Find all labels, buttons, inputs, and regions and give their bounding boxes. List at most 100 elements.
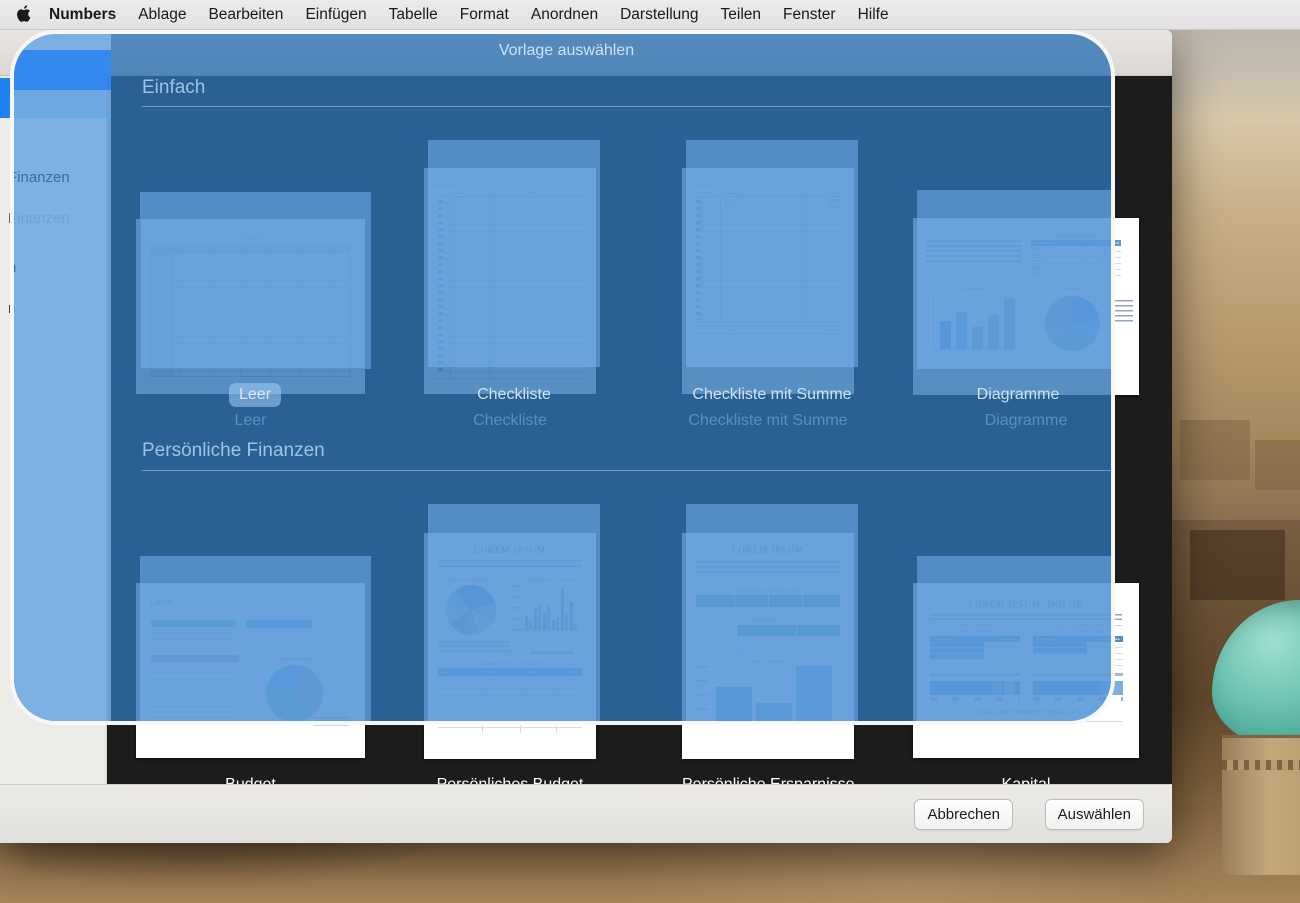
template-thumbnail-budget[interactable]: Lorem Income/Expenses [136,583,365,758]
thumb-bar-chart [524,585,580,631]
thumb-table-left-over [246,620,312,634]
thumb-liabilities-title: TOTAL LIABILITIES [1053,629,1103,634]
thumb-assets-bar [930,681,1020,695]
wallpaper-building [1180,420,1250,480]
thumb-section-calculator: SAVINGS CALCULATOR [735,588,801,593]
template-label-budget[interactable]: Budget [136,776,365,784]
thumb-title: LOREM IPSUM: DOLOR [968,599,1084,609]
thumb-column-chart-title: Column Chart [961,286,987,291]
numbers-template-chooser-window: Finanzen n Table 1 CHECKLIST Status Task [0,30,1172,843]
menu-item-format[interactable]: Format [449,0,520,30]
menu-item-bearbeiten[interactable]: Bearbeiten [197,0,294,30]
template-label-diagramme[interactable]: Diagramme [913,412,1139,430]
template-label-kapital[interactable]: Kapital [913,776,1139,784]
thumb-assets-table: Asset Category Asset Value [930,636,1020,667]
template-thumbnail-checkliste-summe[interactable]: CHECKLIST Checkbox Description Amount It… [682,168,854,394]
bar-2 [756,703,792,722]
template-label-checkliste[interactable]: Checkliste [424,412,596,430]
thumb-table: Status Task [434,190,586,380]
menu-item-darstellung[interactable]: Darstellung [609,0,709,30]
wallpaper-building [1255,440,1300,490]
template-thumbnail-persoenliche-ersparnisse[interactable]: LOREM IPSUM SAVINGS CALCULATOR RESULTS T… [682,533,854,759]
thumb-column-chart [933,294,1018,350]
menu-item-anordnen[interactable]: Anordnen [520,0,609,30]
template-thumbnail-diagramme[interactable]: Furniture Sales by Salesperson SALESPERS… [913,218,1139,395]
wallpaper-building [1190,530,1285,600]
thumb-body-text [926,240,1022,262]
sidebar-item-selected[interactable] [0,78,107,118]
thumb-body-text [696,561,840,576]
thumb-pie-chart [1045,296,1100,351]
template-label-checkliste-summe[interactable]: Checkliste mit Summe [682,412,854,430]
thumb-assets-legend [930,673,1020,676]
thumb-bar-ylabels [512,585,523,631]
thumb-checkbox-column [696,200,701,320]
thumb-liabilities-legend [1033,673,1123,676]
menu-item-ablage[interactable]: Ablage [127,0,197,30]
template-thumbnail-persoenliches-budget[interactable]: LOREM IPSUM ACTUAL SUMMARY BUDGET VS. AC… [424,533,596,759]
thumb-liabilities-axis [1033,697,1123,701]
thumb-title: LOREM IPSUM [731,545,805,555]
menu-item-hilfe[interactable]: Hilfe [847,0,900,30]
apple-logo-icon[interactable] [14,5,32,24]
thumb-table: Category Budget Actual Difference [438,668,582,733]
thumb-table-calculator [696,595,840,613]
menu-item-fenster[interactable]: Fenster [772,0,847,30]
wallpaper-dome-drum [1222,735,1300,875]
sidebar-item-partial[interactable]: n [0,294,107,324]
thumb-table-money-in [151,620,236,645]
thumb-liabilities-table: Debt Category Liability Value [1033,636,1123,667]
thumb-table: Checkbox Description Amount Item 1 $ 50.… [692,190,844,324]
thumb-heading: CHECKLIST [434,182,461,187]
menu-item-numbers[interactable]: Numbers [38,0,127,30]
thumb-assets-axis [930,697,1020,701]
bar-1 [716,687,752,722]
thumb-table-title: Table 1 [244,236,257,241]
thumb-table-results [696,625,840,655]
thumb-pie-title: Income/Expenses [281,656,313,661]
thumb-sheet [913,583,1139,758]
thumb-assets-title: TOTAL ASSETS [955,629,995,634]
template-category-sidebar: Finanzen n [0,76,107,843]
thumb-table [150,244,350,377]
thumb-bar-title: BUDGET VS. ACTUAL [524,577,576,582]
dialog-footer: Abbrechen Auswählen [0,784,1172,843]
thumb-title: Lorem [150,598,173,607]
thumb-liabilities-bar [1033,681,1123,695]
thumb-net-worth: TOTAL NET WORTH: $326,265 [972,709,1080,716]
thumb-bar-chart [710,666,835,723]
menu-item-tabelle[interactable]: Tabelle [378,0,449,30]
thumb-section-results: RESULTS [754,618,782,623]
thumb-body-text [438,560,582,571]
menu-item-einfuegen[interactable]: Einfügen [294,0,377,30]
thumb-bar-legend [530,651,574,654]
thumb-title: LOREM IPSUM [473,545,547,555]
cancel-button[interactable]: Abbrechen [914,799,1013,830]
thumb-pie-chart [266,665,323,722]
thumb-legend [313,717,349,727]
template-thumbnail-kapital[interactable]: LOREM IPSUM: DOLOR TOTAL ASSETS Asset Ca… [913,583,1139,758]
thumb-pie-title: ACTUAL SUMMARY [447,577,493,582]
template-thumbnail-checkliste[interactable]: CHECKLIST Status Task [424,168,596,394]
menu-item-teilen[interactable]: Teilen [710,0,773,30]
template-label-leer[interactable]: Leer [136,412,365,430]
template-label-persoenliches-budget[interactable]: Persönliches Budget [424,776,596,784]
template-thumbnail-blank[interactable]: Table 1 [136,219,365,394]
thumb-checkbox-column [438,200,443,375]
window-titlebar [0,30,1172,76]
thumb-table-money-out [151,655,239,724]
thumb-total-row: Total $150.00 [692,326,844,334]
thumb-pie-chart-title: Pie Chart [1064,286,1082,291]
thumb-table-title: Furniture Sales by Salesperson [1051,234,1101,238]
choose-button[interactable]: Auswählen [1044,799,1144,830]
thumb-y-axis-labels [694,666,708,723]
thumb-table-title: SUMMARY BY CATEGORY [475,661,545,666]
thumb-pie-chart [446,585,496,635]
sidebar-item-finanzen[interactable]: Finanzen [0,204,107,234]
thumb-chart-title: TOTAL SAVED [748,659,788,664]
thumb-body-text [930,614,1122,622]
thumb-legend [1111,300,1133,322]
template-grid: Table 1 CHECKLIST Status Task CHECKLIST … [107,76,1172,784]
template-label-persoenliche-ersparnisse[interactable]: Persönliche Ersparnisse [682,776,855,784]
bar-3 [796,666,832,722]
